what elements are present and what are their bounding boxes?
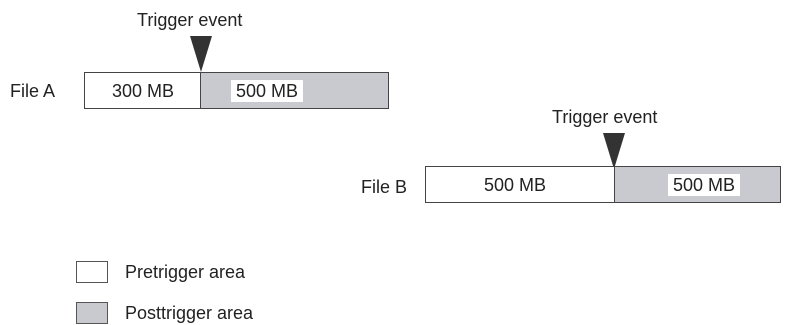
file-b-pretrigger-area: 500 MB xyxy=(426,167,615,202)
legend-pretrigger-label: Pretrigger area xyxy=(125,262,246,282)
file-a-trigger-marker xyxy=(190,36,212,72)
file-a-posttrigger-area: 500 MB xyxy=(201,73,388,108)
file-a-pretrigger-area: 300 MB xyxy=(85,73,201,108)
legend-posttrigger-label: Posttrigger area xyxy=(125,303,254,323)
file-b-trigger-label: Trigger event xyxy=(552,107,658,127)
file-b-pretrigger-size: 500 MB xyxy=(483,174,547,195)
file-b-posttrigger-area: 500 MB xyxy=(615,167,780,202)
file-a-trigger-label: Trigger event xyxy=(137,10,243,30)
file-a-label: File A xyxy=(10,81,56,101)
legend-pretrigger-swatch xyxy=(76,261,108,283)
file-a-posttrigger-size: 500 MB xyxy=(230,79,304,102)
file-b-posttrigger-size: 500 MB xyxy=(667,173,741,196)
file-b-label: File B xyxy=(361,177,408,197)
file-b-trigger-marker xyxy=(603,133,625,169)
legend-posttrigger-swatch xyxy=(76,302,108,324)
file-a-bar: 300 MB 500 MB xyxy=(84,72,389,109)
file-a-pretrigger-size: 300 MB xyxy=(111,80,175,101)
file-b-bar: 500 MB 500 MB xyxy=(425,166,781,203)
